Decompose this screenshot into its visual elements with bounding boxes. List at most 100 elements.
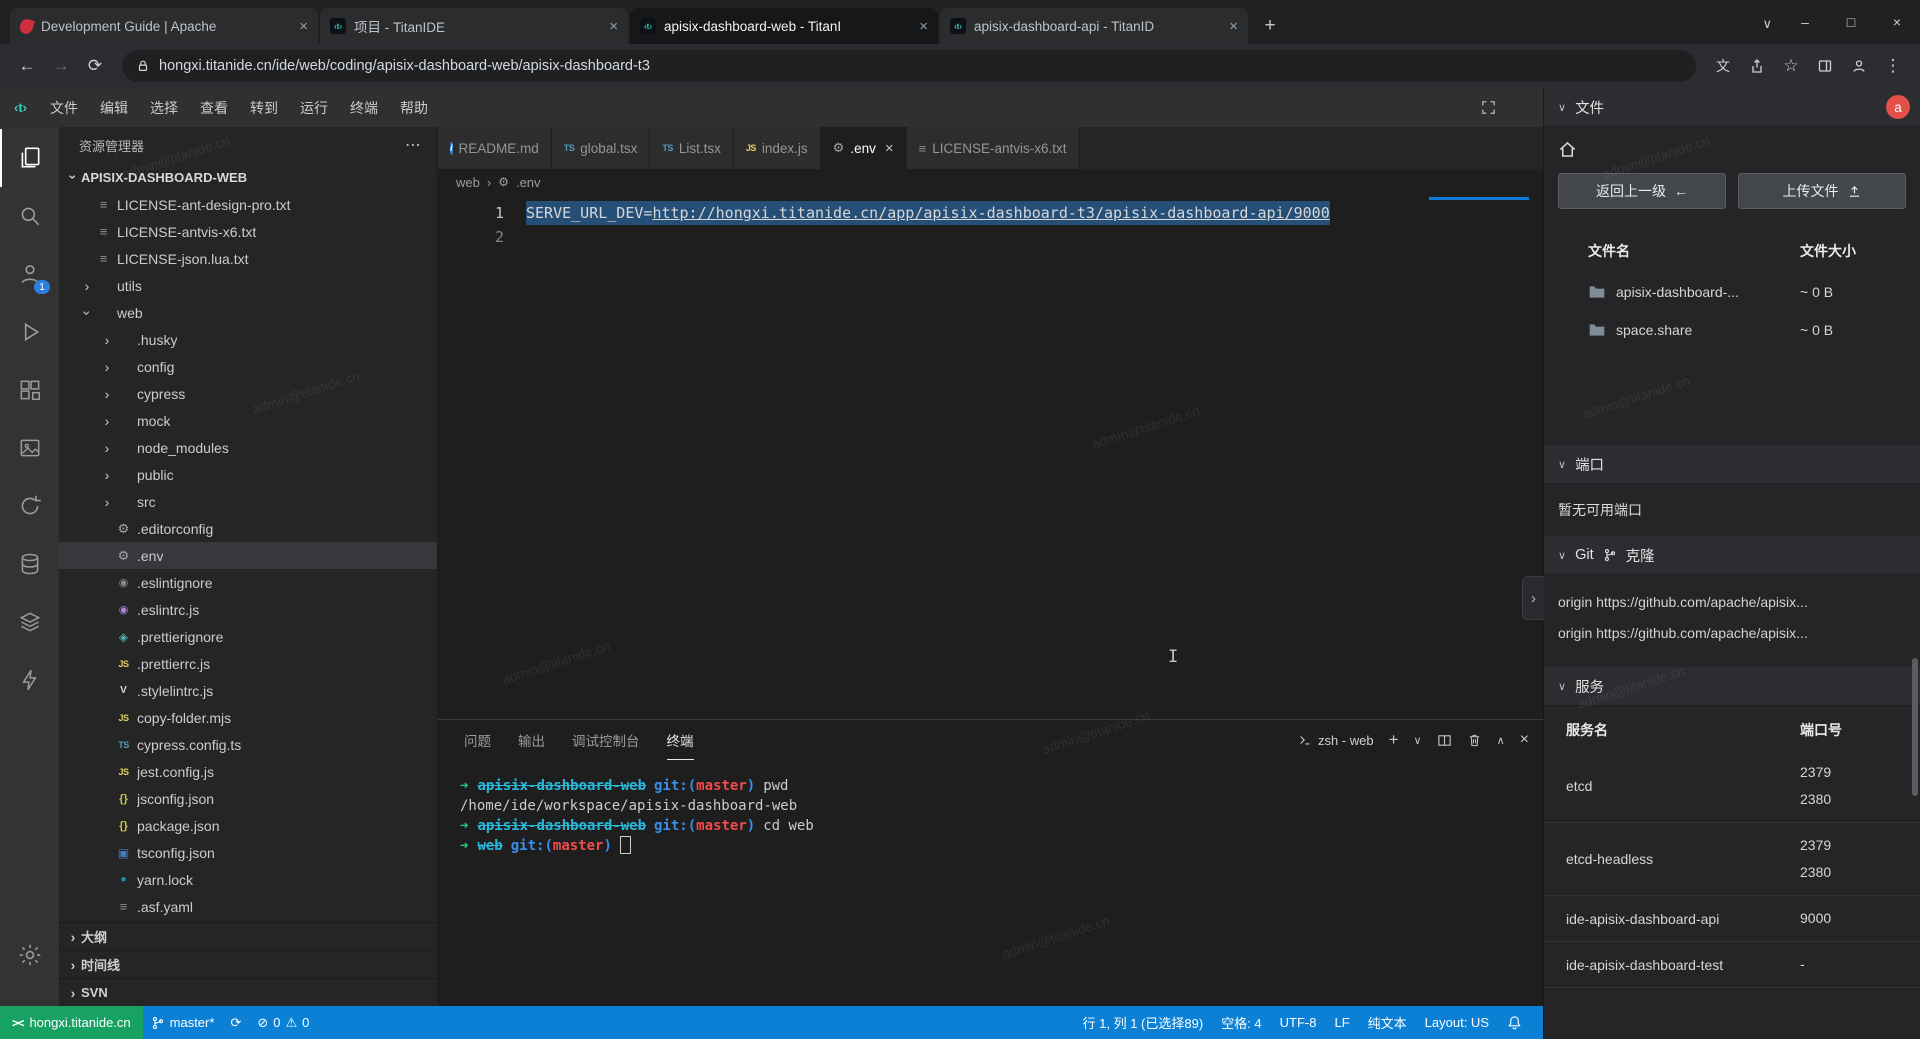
tree-item[interactable]: src [59,488,437,515]
tab-close-icon[interactable]: × [1229,18,1238,35]
ports-section-header[interactable]: ∨ 端口 [1544,445,1920,484]
back-button[interactable]: ← [10,49,44,83]
tab-debug-console[interactable]: 调试控制台 [572,720,640,760]
browser-tab-dashboard-api[interactable]: ‹t› apisix-dashboard-api - TitanID × [940,8,1248,44]
menu-item[interactable]: 运行 [289,88,339,127]
preview-icon[interactable] [0,419,59,477]
tab-close-icon[interactable]: × [299,18,308,35]
settings-gear-icon[interactable] [0,926,59,984]
language-mode[interactable]: 纯文本 [1359,1013,1416,1032]
editor-tab[interactable]: .env × [821,127,907,169]
code-editor[interactable]: 1 SERVE_URL_DEV=http://hongxi.titanide.c… [438,195,1543,719]
services-section-header[interactable]: ∨ 服务 [1544,667,1920,706]
tree-item[interactable]: web [59,299,437,326]
menu-item[interactable]: 帮助 [389,88,439,127]
avatar[interactable]: a [1886,95,1910,119]
lightning-icon[interactable] [0,651,59,709]
sidebar-section[interactable]: SVN [59,978,437,1006]
editor-tab[interactable]: README.md [438,127,552,169]
breadcrumb-folder[interactable]: web [456,175,480,190]
sidebar-section[interactable]: 时间线 [59,950,437,978]
fullscreen-icon[interactable] [1480,99,1497,116]
run-debug-icon[interactable] [0,303,59,361]
menu-item[interactable]: 转到 [239,88,289,127]
menu-item[interactable]: 编辑 [89,88,139,127]
search-icon[interactable] [0,187,59,245]
editor-tab[interactable]: List.tsx [650,127,734,169]
scrollbar-thumb[interactable] [1912,658,1918,796]
tree-item[interactable]: .stylelintrc.js [59,677,437,704]
tab-problems[interactable]: 问题 [464,720,491,760]
breadcrumb-file[interactable]: .env [516,175,541,190]
window-close-button[interactable]: × [1874,0,1920,44]
layers-icon[interactable] [0,593,59,651]
tree-item[interactable]: .asf.yaml [59,893,437,920]
tree-item[interactable]: jsconfig.json [59,785,437,812]
menu-item[interactable]: 文件 [39,88,89,127]
git-section-header[interactable]: ∨ Git 克隆 [1544,536,1920,575]
tree-item[interactable]: copy-folder.mjs [59,704,437,731]
tree-item[interactable]: config [59,353,437,380]
remote-indicator[interactable]: >< hongxi.titanide.cn [0,1006,143,1039]
share-icon[interactable] [1740,49,1774,83]
tree-item[interactable]: .prettierrc.js [59,650,437,677]
refresh-icon[interactable] [0,477,59,535]
tab-close-icon[interactable]: × [919,18,928,35]
reload-button[interactable]: ⟳ [78,49,112,83]
tree-item[interactable]: LICENSE-json.lua.txt [59,245,437,272]
window-minimize-button[interactable]: – [1782,0,1828,44]
editor-tab[interactable]: index.js [734,127,821,169]
kill-terminal-icon[interactable] [1467,733,1482,748]
forward-button[interactable]: → [44,49,78,83]
chevron-down-icon[interactable]: ∨ [1414,734,1422,747]
tab-terminal[interactable]: 终端 [667,720,694,760]
service-row[interactable]: etcd-headless 23792380 [1544,823,1920,896]
tab-close-icon[interactable]: × [885,140,894,157]
more-actions-icon[interactable]: ⋯ [405,135,421,155]
project-root-row[interactable]: APISIX-DASHBOARD-WEB [59,163,437,191]
bookmark-star-icon[interactable]: ☆ [1774,49,1808,83]
translate-icon[interactable]: 文 [1706,49,1740,83]
maximize-panel-icon[interactable]: ∧ [1497,734,1505,747]
extensions-icon[interactable] [0,361,59,419]
service-row[interactable]: ide-apisix-dashboard-api 9000 [1544,896,1920,942]
keyboard-layout[interactable]: Layout: US [1416,1015,1498,1030]
code-url-link[interactable]: http://hongxi.titanide.cn/app/apisix-das… [652,204,1329,222]
sync-button[interactable]: ⟳ [222,1006,249,1039]
service-row[interactable]: etcd 23792380 [1544,750,1920,823]
upload-file-button[interactable]: 上传文件 [1738,173,1906,209]
tree-item[interactable]: package.json [59,812,437,839]
tree-item[interactable]: .eslintignore [59,569,437,596]
tree-item[interactable]: utils [59,272,437,299]
tab-output[interactable]: 输出 [518,720,545,760]
tree-item[interactable]: LICENSE-ant-design-pro.txt [59,191,437,218]
cursor-position[interactable]: 行 1, 列 1 (已选择89) [1074,1013,1213,1032]
address-bar[interactable]: hongxi.titanide.cn/ide/web/coding/apisix… [122,50,1696,82]
menu-item[interactable]: 终端 [339,88,389,127]
files-section-header[interactable]: ∨ 文件 a [1544,88,1920,127]
branch-indicator[interactable]: master* [143,1006,223,1039]
sidebar-section[interactable]: 大纲 [59,922,437,950]
accounts-icon[interactable]: 1 [0,245,59,303]
indentation[interactable]: 空格: 4 [1212,1013,1270,1032]
tree-item[interactable]: cypress [59,380,437,407]
notifications-bell-icon[interactable] [1498,1015,1531,1030]
tree-item[interactable]: public [59,461,437,488]
window-maximize-button[interactable]: □ [1828,0,1874,44]
tree-item[interactable]: node_modules [59,434,437,461]
editor-tab[interactable]: LICENSE-antvis-x6.txt [907,127,1080,169]
tree-item[interactable]: tsconfig.json [59,839,437,866]
file-row[interactable]: space.share ~ 0 B [1544,311,1920,349]
tree-item[interactable]: mock [59,407,437,434]
eol[interactable]: LF [1325,1015,1358,1030]
problems-indicator[interactable]: ⊘0 ⚠0 [249,1006,317,1039]
side-panel-icon[interactable] [1808,49,1842,83]
new-terminal-icon[interactable]: + [1389,730,1399,750]
panel-expand-button[interactable]: › [1522,576,1544,620]
close-panel-icon[interactable]: × [1520,731,1529,749]
tab-search-icon[interactable]: ∨ [1762,16,1772,32]
tree-item[interactable]: .prettierignore [59,623,437,650]
shell-selector[interactable]: zsh - web [1298,733,1374,748]
tab-close-icon[interactable]: × [609,18,618,35]
service-row[interactable]: ide-apisix-dashboard-test - [1544,942,1920,988]
